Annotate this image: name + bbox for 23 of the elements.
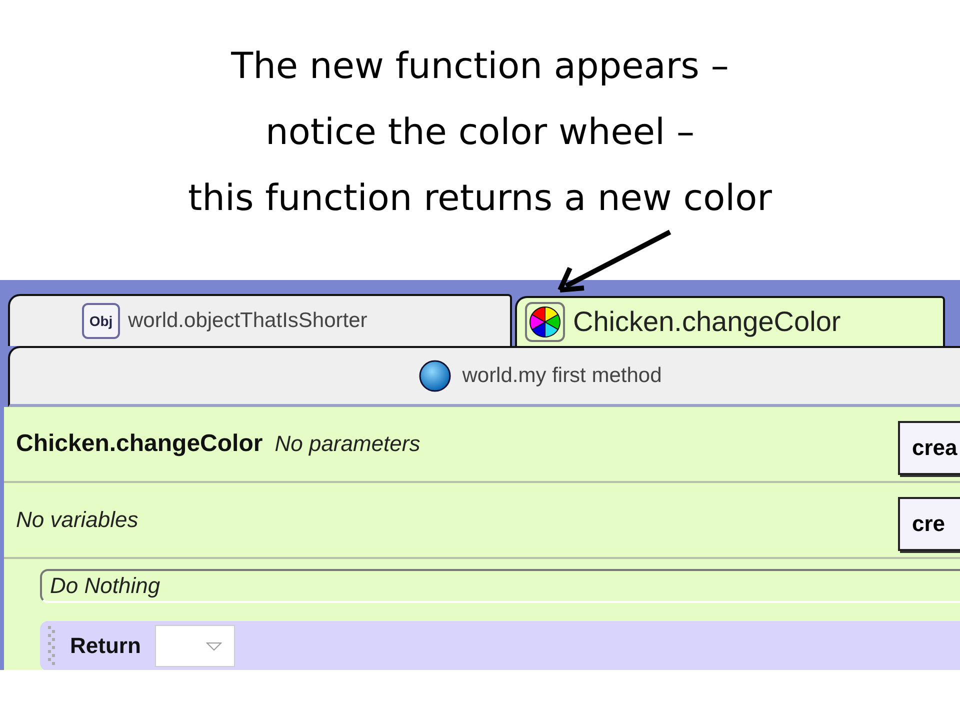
method-name: Chicken.changeColor — [16, 430, 263, 458]
editor-tab[interactable]: Obj world.objectThatIsShorter — [8, 294, 512, 346]
return-block[interactable]: Return — [40, 621, 960, 670]
editor-tab[interactable]: world.my first method — [8, 346, 960, 407]
sphere-icon — [418, 359, 452, 393]
return-dropdown[interactable] — [154, 625, 235, 667]
slide-title: The new function appears – — [231, 45, 729, 89]
object-badge: Obj — [82, 303, 120, 339]
create-variable-button[interactable]: cre — [898, 497, 960, 551]
variables-label: No variables — [16, 507, 138, 533]
color-wheel-icon — [525, 302, 565, 342]
do-nothing-block: Do Nothing — [40, 569, 960, 603]
arrow-icon — [556, 228, 674, 294]
tab-label: world.objectThatIsShorter — [128, 309, 368, 333]
return-label: Return — [70, 633, 141, 659]
editor-tab[interactable]: Chicken.changeColor — [515, 296, 945, 346]
dropdown-caret-icon — [206, 642, 222, 650]
tab-label: Chicken.changeColor — [573, 306, 841, 338]
create-parameter-button[interactable]: crea — [898, 421, 960, 475]
slide-title: notice the color wheel – — [266, 111, 694, 155]
grip-icon[interactable] — [48, 626, 56, 666]
slide-title: this function returns a new color — [188, 177, 772, 221]
parameters-label: No parameters — [274, 431, 420, 457]
